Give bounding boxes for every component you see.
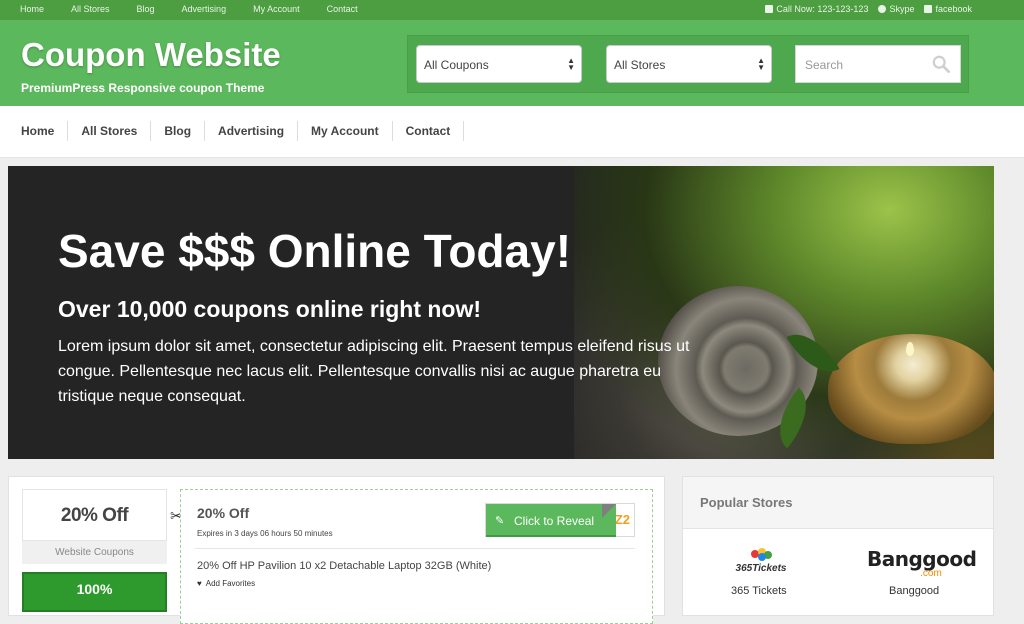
nav-item-my-account[interactable]: My Account <box>298 121 393 141</box>
call-now-label: Call Now: 123-123-123 <box>776 4 869 14</box>
store-name-banggood[interactable]: Banggood <box>889 585 939 597</box>
top-link-my-account[interactable]: My Account <box>253 4 300 14</box>
site-header: Coupon Website PremiumPress Responsive c… <box>0 20 1024 106</box>
site-tagline: PremiumPress Responsive coupon Theme <box>21 81 265 95</box>
coupon-description[interactable]: 20% Off HP Pavilion 10 x2 Detachable Lap… <box>197 560 491 572</box>
coupon-title[interactable]: 20% Off <box>197 505 249 521</box>
coupon-list: 20% Off Website Coupons 100% ✂ 20% Off E… <box>8 476 665 624</box>
select-arrows-icon: ▲ ▼ <box>567 56 575 72</box>
coupons-select-value: All Coupons <box>424 58 489 72</box>
top-link-home[interactable]: Home <box>20 4 44 14</box>
coupon-expiry: Expires in 3 days 06 hours 50 minutes <box>197 529 333 538</box>
coupon-store-label[interactable]: Website Coupons <box>22 541 167 564</box>
peel-corner <box>602 504 616 518</box>
365tickets-logo-text: 365Tickets <box>736 563 787 573</box>
facebook-link[interactable]: facebook <box>924 4 972 14</box>
select-arrows-icon: ▲ ▼ <box>757 56 765 72</box>
call-now[interactable]: Call Now: 123-123-123 <box>765 4 868 14</box>
add-favorites-link[interactable]: ♥ Add Favorites <box>197 579 255 588</box>
top-link-contact[interactable]: Contact <box>327 4 358 14</box>
store-logo-banggood[interactable]: Banggood .com <box>867 547 977 579</box>
hero-subtitle: Over 10,000 coupons online right now! <box>58 296 482 322</box>
coupon-divider <box>195 548 635 549</box>
skype-link[interactable]: Skype <box>878 4 914 14</box>
nav-item-advertising[interactable]: Advertising <box>205 121 299 141</box>
hero-title: Save $$$ Online Today! <box>58 225 572 277</box>
search-placeholder: Search <box>805 58 844 72</box>
popular-stores-title: Popular Stores <box>683 477 993 529</box>
top-contact: Call Now: 123-123-123 Skype facebook <box>765 4 972 14</box>
click-to-reveal-label: Click to Reveal <box>514 514 595 528</box>
coupon-badge-next[interactable]: 100% <box>22 572 167 612</box>
top-links: Home All Stores Blog Advertising My Acco… <box>20 4 385 14</box>
coupon-card: 20% Off Expires in 3 days 06 hours 50 mi… <box>180 489 653 624</box>
skype-label: Skype <box>889 4 915 14</box>
click-to-reveal-button[interactable]: ✎ Click to Reveal <box>486 504 616 537</box>
facebook-label: facebook <box>935 4 972 14</box>
reveal-code-widget[interactable]: Z2 ✎ Click to Reveal <box>485 503 635 537</box>
popular-stores-widget: Popular Stores 365Tickets 365 Tickets Ba… <box>682 476 994 616</box>
candle-flame <box>906 342 914 356</box>
site-title[interactable]: Coupon Website <box>21 36 281 74</box>
store-name-365tickets[interactable]: 365 Tickets <box>731 585 787 597</box>
stores-select[interactable]: All Stores ▲ ▼ <box>606 45 772 83</box>
add-favorites-label: Add Favorites <box>205 579 256 588</box>
main-nav: Home All Stores Blog Advertising My Acco… <box>0 106 1024 158</box>
top-link-advertising[interactable]: Advertising <box>182 4 227 14</box>
top-bar: Home All Stores Blog Advertising My Acco… <box>0 0 1024 20</box>
stores-select-value: All Stores <box>614 58 666 72</box>
coupon-badge[interactable]: 20% Off <box>22 489 167 541</box>
search-input[interactable]: Search <box>795 45 961 83</box>
search-icon[interactable] <box>932 55 950 73</box>
facebook-icon <box>924 5 933 13</box>
skype-icon <box>878 5 887 13</box>
search-panel: All Coupons ▲ ▼ All Stores ▲ ▼ Search <box>407 35 969 93</box>
phone-icon <box>765 5 774 13</box>
nav-item-blog[interactable]: Blog <box>151 121 206 141</box>
nav-item-all-stores[interactable]: All Stores <box>68 121 152 141</box>
365tickets-logo: 365Tickets <box>736 548 787 574</box>
main-menu: Home All Stores Blog Advertising My Acco… <box>8 121 465 141</box>
top-link-all-stores[interactable]: All Stores <box>71 4 110 14</box>
coupon-code-peek: Z2 <box>614 512 630 527</box>
banggood-logo-text: Banggood <box>867 547 977 571</box>
store-logo-365tickets[interactable]: 365Tickets <box>719 547 803 578</box>
pen-icon: ✎ <box>495 515 505 527</box>
coupons-select[interactable]: All Coupons ▲ ▼ <box>416 45 582 83</box>
hero-body: Lorem ipsum dolor sit amet, consectetur … <box>58 338 690 405</box>
hero-banner: Save $$$ Online Today! Over 10,000 coupo… <box>8 166 994 459</box>
heart-icon: ♥ <box>197 579 202 588</box>
nav-item-home[interactable]: Home <box>8 121 69 141</box>
nav-item-contact[interactable]: Contact <box>393 121 465 141</box>
top-link-blog[interactable]: Blog <box>137 4 155 14</box>
